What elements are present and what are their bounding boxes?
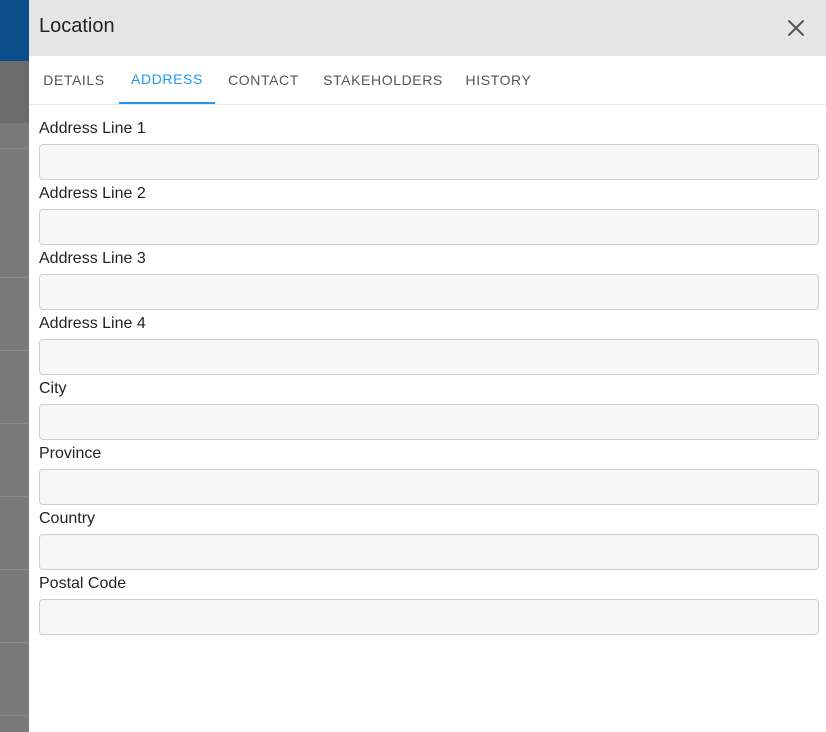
background-page-overlay[interactable] bbox=[0, 0, 29, 732]
field-label: Address Line 4 bbox=[39, 315, 146, 332]
tab-stakeholders[interactable]: STAKEHOLDERS bbox=[312, 56, 454, 104]
background-app-bar bbox=[0, 0, 29, 61]
background-row-divider bbox=[0, 715, 29, 716]
tab-address[interactable]: ADDRESS bbox=[119, 56, 215, 104]
close-icon bbox=[788, 20, 804, 36]
city-input[interactable] bbox=[39, 404, 819, 440]
city-field: City bbox=[39, 379, 819, 440]
field-label: Province bbox=[39, 445, 102, 462]
background-row-divider bbox=[0, 148, 29, 149]
background-row-divider bbox=[0, 277, 29, 278]
country-field: Country bbox=[39, 509, 819, 570]
field-label: Postal Code bbox=[39, 575, 127, 592]
tab-history[interactable]: HISTORY bbox=[454, 56, 543, 104]
background-row-divider bbox=[0, 350, 29, 351]
background-row-divider bbox=[0, 642, 29, 643]
address-line-3-input[interactable] bbox=[39, 274, 819, 310]
country-input[interactable] bbox=[39, 534, 819, 570]
tab-bar: DETAILS ADDRESS CONTACT STAKEHOLDERS HIS… bbox=[29, 56, 826, 105]
close-button[interactable] bbox=[782, 14, 810, 42]
dialog-title: Location bbox=[39, 15, 115, 37]
field-label: Address Line 1 bbox=[39, 120, 146, 137]
address-line-4-field: Address Line 4 bbox=[39, 314, 819, 375]
screen: Location DETAILS ADDRESS CONTACT STAKEHO… bbox=[0, 0, 826, 732]
postal-code-input[interactable] bbox=[39, 599, 819, 635]
location-dialog: Location DETAILS ADDRESS CONTACT STAKEHO… bbox=[29, 0, 826, 732]
province-field: Province bbox=[39, 444, 819, 505]
field-label: Country bbox=[39, 510, 96, 527]
background-toolbar bbox=[0, 61, 29, 123]
postal-code-field: Postal Code bbox=[39, 574, 819, 635]
field-label: Address Line 3 bbox=[39, 250, 146, 267]
background-row-divider bbox=[0, 496, 29, 497]
address-line-3-field: Address Line 3 bbox=[39, 249, 819, 310]
tab-details[interactable]: DETAILS bbox=[29, 56, 119, 104]
dialog-header: Location bbox=[29, 0, 826, 56]
background-row-divider bbox=[0, 569, 29, 570]
address-form: Address Line 1 Address Line 2 Address Li… bbox=[29, 119, 826, 635]
address-line-2-input[interactable] bbox=[39, 209, 819, 245]
field-label: Address Line 2 bbox=[39, 185, 146, 202]
field-label: City bbox=[39, 380, 67, 397]
background-row-divider bbox=[0, 423, 29, 424]
address-line-1-field: Address Line 1 bbox=[39, 119, 819, 180]
province-input[interactable] bbox=[39, 469, 819, 505]
address-line-4-input[interactable] bbox=[39, 339, 819, 375]
address-line-2-field: Address Line 2 bbox=[39, 184, 819, 245]
address-line-1-input[interactable] bbox=[39, 144, 819, 180]
tab-contact[interactable]: CONTACT bbox=[215, 56, 312, 104]
